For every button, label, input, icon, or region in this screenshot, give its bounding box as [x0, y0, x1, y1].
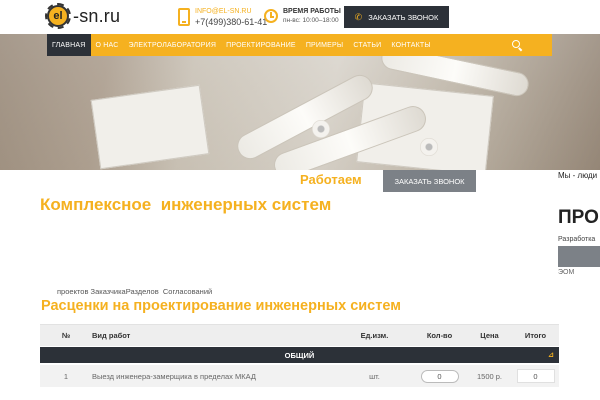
header-contact: info@el-sn.ru +7(499)380-61-41	[178, 7, 267, 27]
nav-item-articles[interactable]: Статьи	[348, 34, 386, 56]
row-price: 1500 р.	[476, 371, 503, 381]
header-call-button-label: Заказать звонок	[368, 12, 439, 22]
header-email-link[interactable]: info@el-sn.ru	[195, 7, 267, 17]
hours-title: Время работы	[283, 8, 341, 15]
nav-item-examples[interactable]: Примеры	[301, 34, 349, 56]
step-label: Заказчика	[90, 287, 126, 296]
col-header-price: Цена	[480, 331, 499, 340]
col-header-number: №	[61, 331, 71, 340]
table-row: 1 Выезд инженера-замерщика в пределах МК…	[40, 365, 559, 387]
nav-item-design[interactable]: Проектирование	[221, 34, 301, 56]
logo-icon: el	[45, 3, 71, 29]
side-subtext: Разработка	[558, 236, 596, 243]
hero-roll-end	[312, 120, 330, 138]
page-title: Комплексное инженерных систем	[40, 195, 332, 214]
step-label: Разделов	[125, 287, 159, 296]
price-table: № Вид работ Ед.изм. Кол-во Цена Итого ОБ…	[40, 324, 559, 387]
nav-item-electrolab[interactable]: Электролаборатория	[124, 34, 222, 56]
side-button[interactable]	[558, 246, 600, 267]
main-nav: Главная О нас Электролаборатория Проекти…	[47, 34, 552, 56]
header-hours: Время работы пн-вс: 10:00–18:00	[264, 7, 341, 25]
nav-item-about[interactable]: О нас	[91, 34, 124, 56]
col-header-total: Итого	[524, 331, 547, 340]
side-eom-label: ЭОМ	[558, 269, 575, 276]
col-header-unit: Ед.изм.	[360, 331, 389, 340]
site-logo[interactable]: el -sn.ru	[45, 3, 121, 29]
row-unit: шт.	[369, 371, 380, 381]
table-group-header[interactable]: ОБЩИЙ ⊿	[40, 347, 559, 363]
row-total: 0	[516, 369, 555, 383]
logo-mark-text: el	[53, 10, 63, 22]
step-label: Согласований	[162, 287, 213, 296]
table-header: № Вид работ Ед.изм. Кол-во Цена Итого	[40, 324, 559, 346]
expand-icon[interactable]: ⊿	[548, 351, 554, 359]
hero-call-button[interactable]: Заказать звонок	[383, 170, 476, 192]
hero-roll-end	[420, 138, 438, 156]
process-steps: проектов Заказчика Разделов Согласований	[57, 287, 212, 296]
col-header-work: Вид работ	[92, 331, 131, 340]
side-note: Мы - люди	[558, 171, 598, 180]
row-work: Выезд инженера-замерщика в пределах МКАД	[92, 371, 256, 381]
hours-value: пн-вс: 10:00–18:00	[283, 17, 339, 24]
clock-icon	[264, 9, 278, 23]
nav-item-contacts[interactable]: Контакты	[386, 34, 435, 56]
nav-item-home[interactable]: Главная	[47, 34, 91, 56]
row-number: 1	[63, 371, 69, 381]
price-section-title: Расценки на проектирование инженерных си…	[41, 298, 401, 314]
col-header-qty: Кол-во	[426, 331, 453, 340]
header-call-button[interactable]: ✆ Заказать звонок	[344, 6, 449, 28]
logo-text: -sn.ru	[73, 5, 121, 26]
side-heading: ПРО	[558, 207, 599, 228]
search-icon[interactable]	[512, 40, 522, 50]
working-text: Работаем	[300, 172, 362, 187]
quantity-input[interactable]	[420, 369, 459, 383]
phone-handset-icon: ✆	[354, 11, 363, 22]
step-label: проектов	[57, 287, 89, 296]
phone-icon	[178, 8, 190, 26]
header-phone-link[interactable]: +7(499)380-61-41	[195, 17, 267, 27]
group-label: ОБЩИЙ	[284, 350, 315, 360]
